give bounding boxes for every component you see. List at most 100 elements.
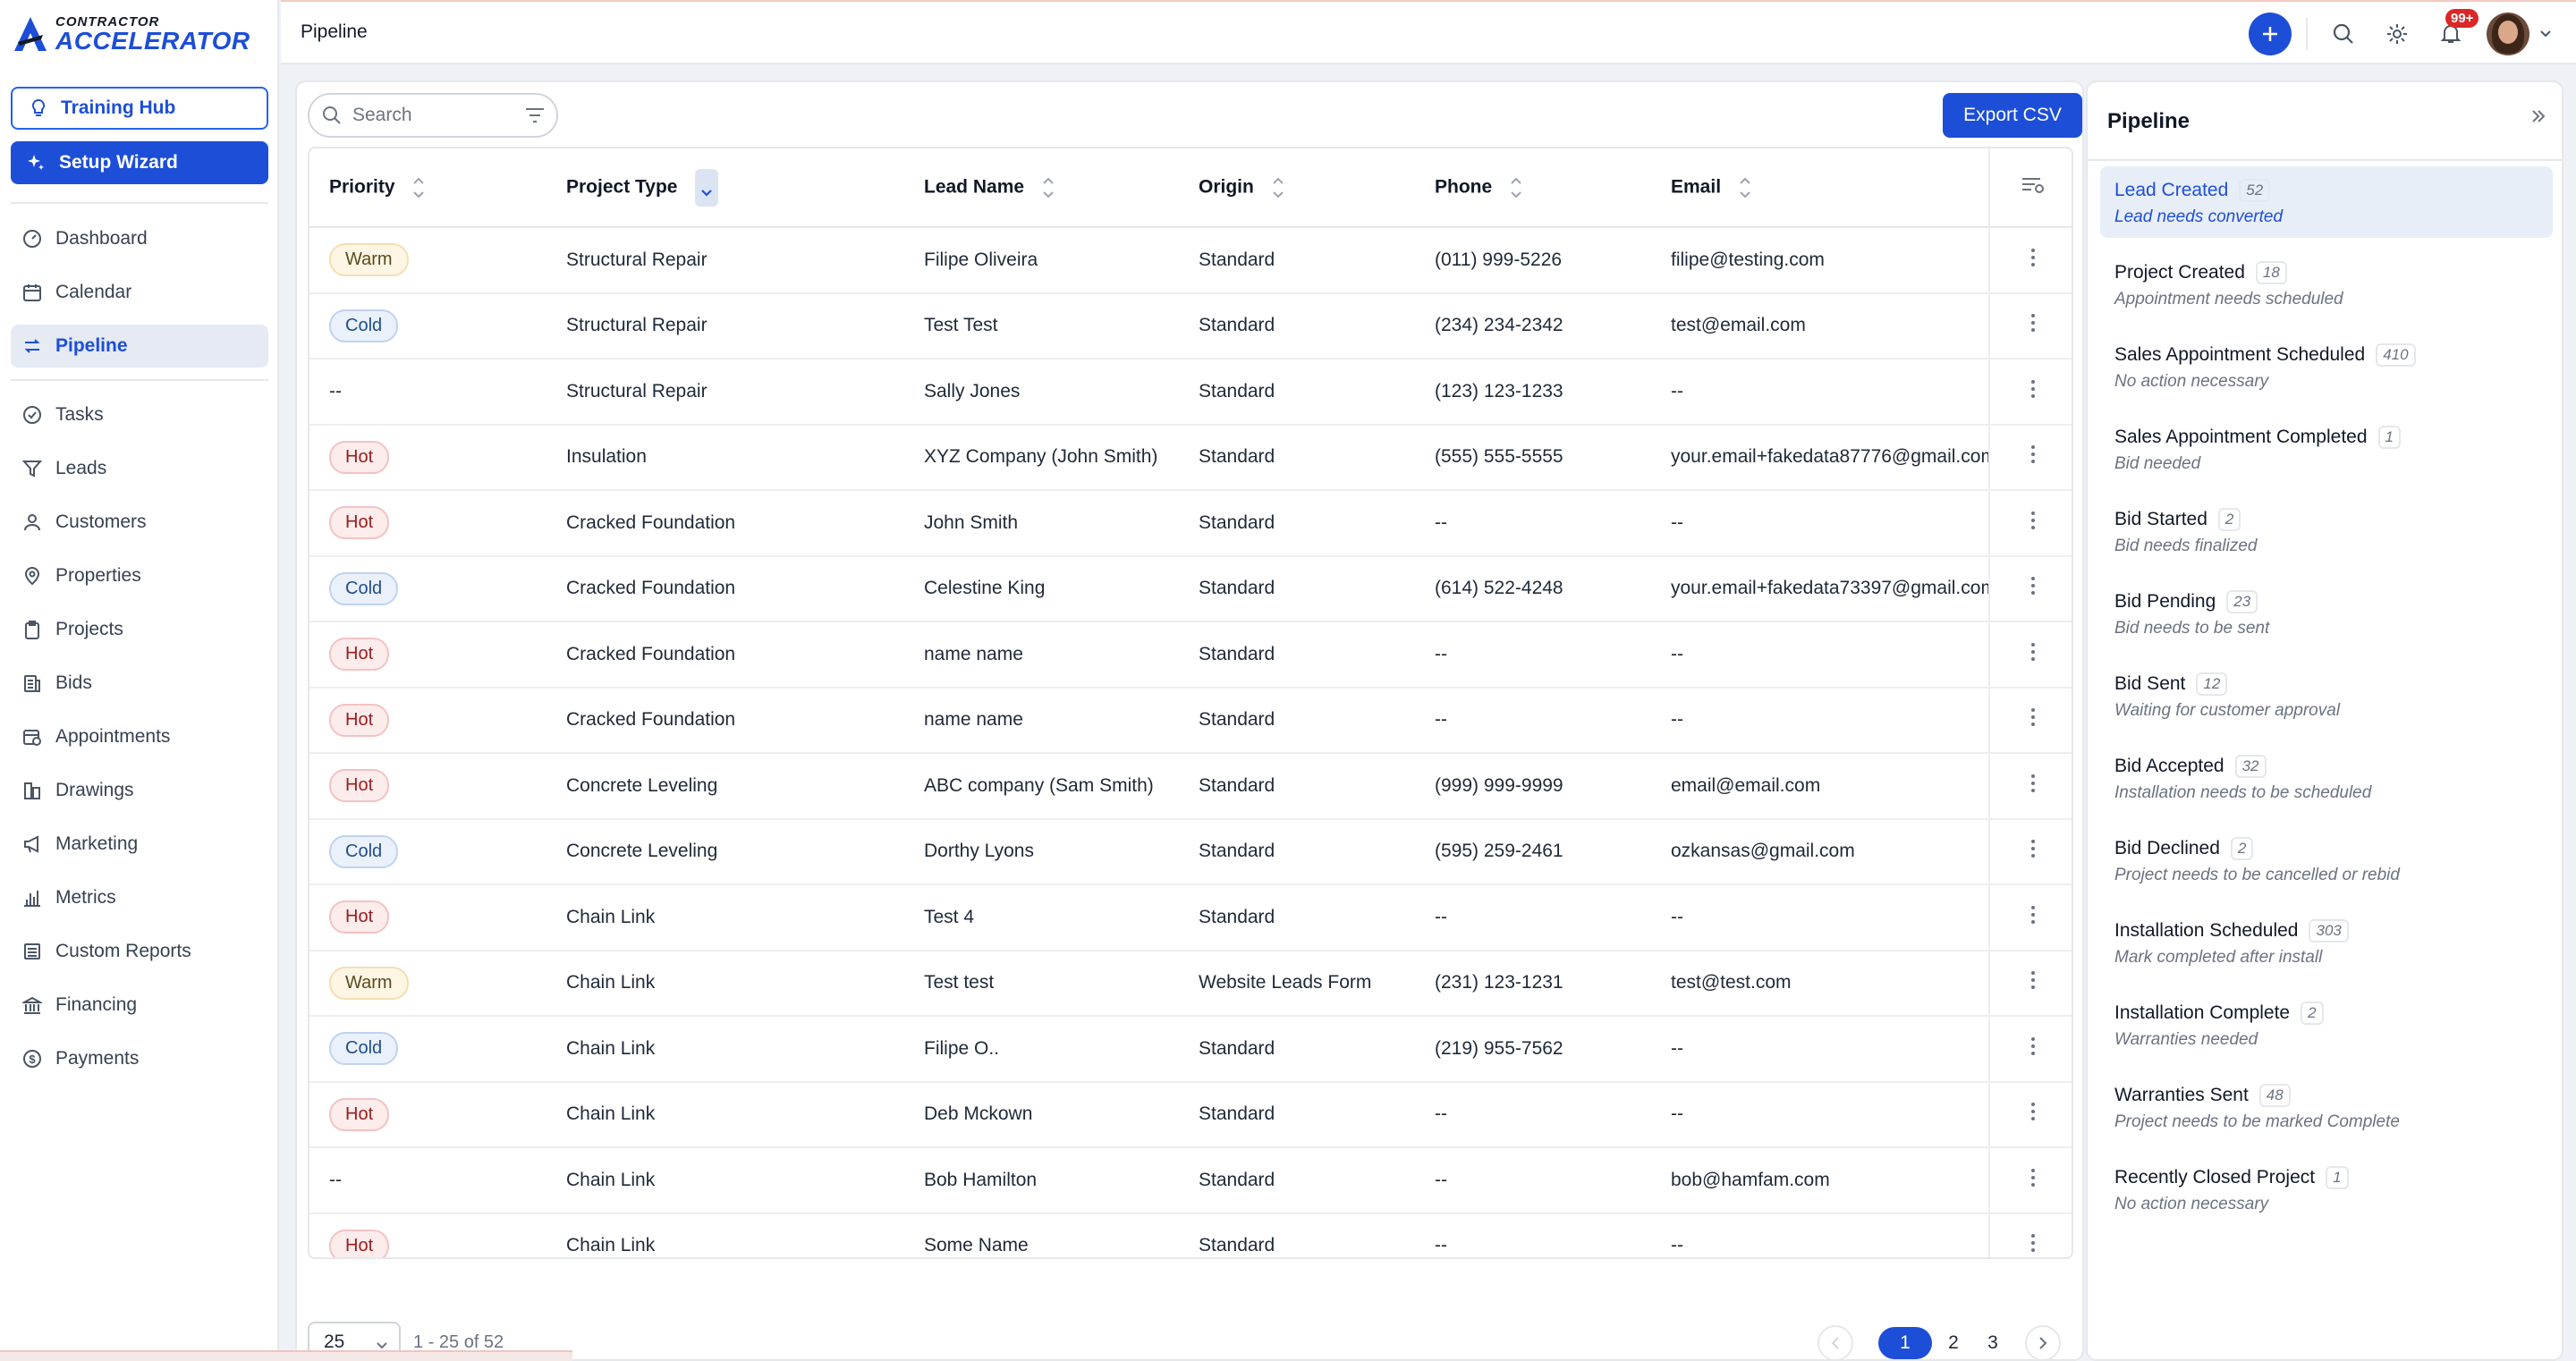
avatar[interactable] bbox=[2487, 13, 2529, 55]
table-row[interactable]: Cold Structural Repair Test Test Standard (2… bbox=[309, 292, 2072, 359]
column-settings-icon[interactable] bbox=[1988, 148, 2072, 228]
prev-page-button[interactable] bbox=[1818, 1325, 1853, 1361]
row-menu-icon[interactable] bbox=[1988, 950, 2072, 1016]
page-2-button[interactable]: 2 bbox=[1936, 1327, 1971, 1359]
pipeline-stage[interactable]: Bid Pending 23 Bid needs to be sent bbox=[2100, 578, 2553, 649]
row-menu-icon[interactable] bbox=[1988, 884, 2072, 951]
pipeline-stage[interactable]: Bid Sent 12 Waiting for customer approval bbox=[2100, 660, 2553, 731]
sort-icon[interactable] bbox=[1510, 175, 1522, 200]
add-button[interactable] bbox=[2249, 13, 2292, 55]
table-row[interactable]: Cold Cracked Foundation Celestine King Stan… bbox=[309, 555, 2072, 621]
row-menu-icon[interactable] bbox=[1988, 818, 2072, 884]
col-project-type[interactable]: Project Type bbox=[547, 148, 904, 228]
sidebar-item-projects[interactable]: Projects bbox=[11, 608, 268, 651]
sidebar-item-tasks[interactable]: Tasks bbox=[11, 393, 268, 436]
sidebar-item-drawings[interactable]: Drawings bbox=[11, 769, 268, 812]
training-hub-button[interactable]: Training Hub bbox=[11, 87, 268, 130]
sidebar-item-payments[interactable]: $ Payments bbox=[11, 1037, 268, 1080]
pipeline-stage[interactable]: Bid Started 2 Bid needs finalized bbox=[2100, 495, 2553, 567]
page-1-button[interactable]: 1 bbox=[1878, 1327, 1932, 1359]
table-row[interactable]: -- Structural Repair Sally Jones Standard (1… bbox=[309, 359, 2072, 425]
next-page-button[interactable] bbox=[2025, 1325, 2061, 1361]
pipeline-stage[interactable]: Bid Accepted 32 Installation needs to be s… bbox=[2100, 742, 2553, 814]
col-email[interactable]: Email bbox=[1651, 148, 1989, 228]
table-row[interactable]: -- Chain Link Bob Hamilton Standard -- bob@ha… bbox=[309, 1147, 2072, 1213]
table-row[interactable]: Hot Concrete Leveling ABC company (Sam Smi… bbox=[309, 753, 2072, 819]
pipeline-stage[interactable]: Sales Appointment Completed 1 Bid needed bbox=[2100, 413, 2553, 485]
table-row[interactable]: Warm Structural Repair Filipe Oliveira Stan… bbox=[309, 227, 2072, 293]
sort-desc-icon[interactable] bbox=[695, 168, 719, 207]
cell-email: your.email+fakedata87776@gmail.com bbox=[1671, 446, 1989, 468]
sort-icon[interactable] bbox=[1739, 175, 1751, 200]
bell-icon[interactable]: 99+ bbox=[2433, 9, 2479, 52]
cell-lead-name: ABC company (Sam Smith) bbox=[924, 774, 1154, 796]
pipeline-stage[interactable]: Installation Scheduled 303 Mark completed … bbox=[2100, 907, 2553, 978]
row-menu-icon[interactable] bbox=[1988, 1147, 2072, 1213]
brand-logo[interactable]: CONTRACTOR ACCELERATOR bbox=[13, 13, 250, 55]
row-menu-icon[interactable] bbox=[1988, 490, 2072, 556]
cell-phone: -- bbox=[1435, 643, 1447, 664]
sidebar-item-leads[interactable]: Leads bbox=[11, 447, 268, 490]
table-row[interactable]: Hot Insulation XYZ Company (John Smith) Sta… bbox=[309, 424, 2072, 490]
cell-priority: Warm bbox=[309, 227, 547, 293]
search-icon[interactable] bbox=[2326, 16, 2361, 52]
table-row[interactable]: Hot Cracked Foundation John Smith Standard -… bbox=[309, 490, 2072, 556]
sidebar-item-calendar[interactable]: Calendar bbox=[11, 271, 268, 314]
setup-wizard-button[interactable]: Setup Wizard bbox=[11, 141, 268, 184]
table-row[interactable]: Hot Chain Link Test 4 Standard -- -- bbox=[309, 884, 2072, 951]
collapse-panel-icon[interactable] bbox=[2529, 107, 2547, 130]
row-menu-icon[interactable] bbox=[1988, 1213, 2072, 1257]
cell-email: filipe@testing.com bbox=[1671, 249, 1825, 270]
export-csv-button[interactable]: Export CSV bbox=[1943, 93, 2082, 138]
sidebar-item-appointments[interactable]: Appointments bbox=[11, 715, 268, 758]
sidebar-item-customers[interactable]: Customers bbox=[11, 501, 268, 544]
col-phone[interactable]: Phone bbox=[1415, 148, 1651, 228]
col-priority[interactable]: Priority bbox=[309, 148, 547, 228]
search-input[interactable] bbox=[352, 105, 522, 126]
pipeline-stage[interactable]: Warranties Sent 48 Project needs to be mar… bbox=[2100, 1071, 2553, 1143]
sort-icon[interactable] bbox=[1272, 175, 1284, 200]
pipeline-stage[interactable]: Bid Declined 2 Project needs to be cancell… bbox=[2100, 824, 2553, 896]
table-row[interactable]: Warm Chain Link Test test Website Leads For… bbox=[309, 950, 2072, 1016]
cell-email: email@email.com bbox=[1671, 774, 1821, 796]
bar-chart-icon bbox=[21, 887, 43, 909]
row-menu-icon[interactable] bbox=[1988, 687, 2072, 753]
page-3-button[interactable]: 3 bbox=[1975, 1327, 2011, 1359]
row-menu-icon[interactable] bbox=[1988, 1016, 2072, 1082]
pipeline-stage[interactable]: Installation Complete 2 Warranties needed bbox=[2100, 989, 2553, 1061]
col-lead-name[interactable]: Lead Name bbox=[904, 148, 1179, 228]
sidebar-item-bids[interactable]: Bids bbox=[11, 662, 268, 705]
sidebar-item-marketing[interactable]: Marketing bbox=[11, 823, 268, 866]
table-row[interactable]: Cold Chain Link Filipe O.. Standard (219) 95… bbox=[309, 1016, 2072, 1082]
row-menu-icon[interactable] bbox=[1988, 621, 2072, 688]
col-origin[interactable]: Origin bbox=[1179, 148, 1415, 228]
table-row[interactable]: Hot Chain Link Deb Mckown Standard -- -- bbox=[309, 1081, 2072, 1147]
row-menu-icon[interactable] bbox=[1988, 753, 2072, 819]
sort-icon[interactable] bbox=[1042, 175, 1055, 200]
pipeline-stage[interactable]: Sales Appointment Scheduled 410 No action … bbox=[2100, 331, 2553, 402]
table-row[interactable]: Hot Cracked Foundation name name Standard --… bbox=[309, 687, 2072, 753]
sort-icon[interactable] bbox=[412, 175, 425, 200]
filter-icon[interactable] bbox=[524, 106, 546, 130]
table-row[interactable]: Hot Cracked Foundation name name Standard --… bbox=[309, 621, 2072, 688]
row-menu-icon[interactable] bbox=[1988, 227, 2072, 293]
gear-icon[interactable] bbox=[2379, 16, 2415, 52]
chevron-down-icon[interactable] bbox=[2535, 23, 2556, 45]
table-row[interactable]: Cold Concrete Leveling Dorthy Lyons Standar… bbox=[309, 818, 2072, 884]
sidebar-item-properties[interactable]: Properties bbox=[11, 554, 268, 597]
pipeline-stage[interactable]: Lead Created 52 Lead needs converted bbox=[2100, 166, 2553, 238]
row-menu-icon[interactable] bbox=[1988, 555, 2072, 621]
search-box[interactable] bbox=[308, 93, 558, 138]
sidebar-item-metrics[interactable]: Metrics bbox=[11, 876, 268, 919]
sidebar-item-custom-reports[interactable]: Custom Reports bbox=[11, 930, 268, 973]
sidebar-item-financing[interactable]: Financing bbox=[11, 984, 268, 1027]
pipeline-stage[interactable]: Project Created 18 Appointment needs sched… bbox=[2100, 249, 2553, 320]
row-menu-icon[interactable] bbox=[1988, 359, 2072, 425]
sidebar-item-pipeline[interactable]: Pipeline bbox=[11, 325, 268, 368]
row-menu-icon[interactable] bbox=[1988, 1081, 2072, 1147]
sidebar-item-dashboard[interactable]: Dashboard bbox=[11, 217, 268, 260]
row-menu-icon[interactable] bbox=[1988, 424, 2072, 490]
table-row[interactable]: Hot Chain Link Some Name Standard -- -- bbox=[309, 1213, 2072, 1257]
row-menu-icon[interactable] bbox=[1988, 292, 2072, 359]
pipeline-stage[interactable]: Recently Closed Project 1 No action necess… bbox=[2100, 1154, 2553, 1225]
